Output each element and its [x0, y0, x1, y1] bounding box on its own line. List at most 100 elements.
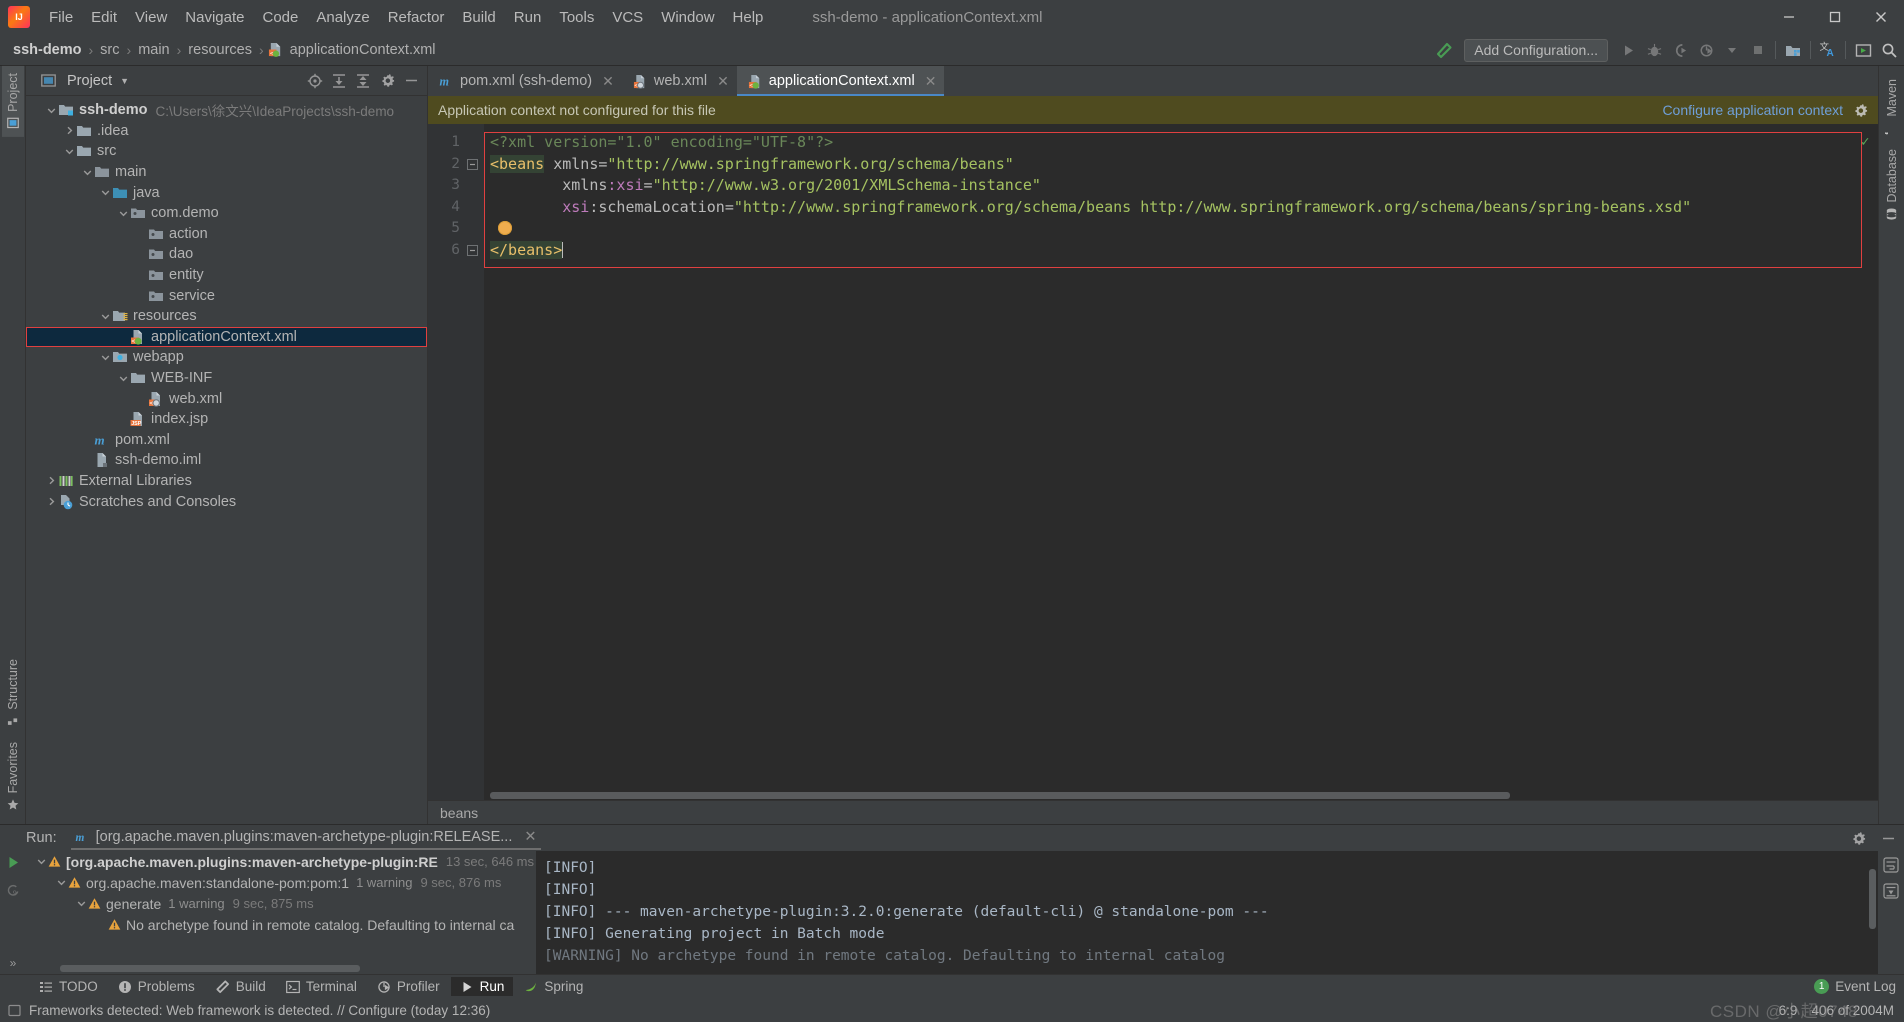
chevron-down-icon[interactable]: [80, 165, 94, 179]
code-editor[interactable]: <?xml version="1.0" encoding="UTF-8"?> <b…: [484, 124, 1878, 800]
more-actions-icon[interactable]: »: [10, 956, 17, 974]
chevron-down-icon[interactable]: [1719, 37, 1745, 63]
chevron-down-icon[interactable]: [116, 206, 130, 220]
bottom-tab-run[interactable]: Run: [450, 977, 514, 996]
run-build-tree[interactable]: [org.apache.maven.plugins:maven-archetyp…: [26, 851, 536, 974]
bottom-tab-profiler[interactable]: Profiler: [368, 977, 449, 996]
hide-panel-icon[interactable]: [399, 69, 423, 93]
caret-position[interactable]: 6:9: [1779, 1003, 1798, 1018]
menu-item-run[interactable]: Run: [505, 6, 551, 29]
menu-item-navigate[interactable]: Navigate: [176, 6, 253, 29]
search-icon[interactable]: [1876, 37, 1902, 63]
close-icon[interactable]: ✕: [524, 829, 536, 845]
editor-tab-applicationcontext-xml[interactable]: < applicationContext.xml ✕: [736, 66, 945, 96]
translate-icon[interactable]: 文A: [1815, 37, 1841, 63]
bottom-tab-todo[interactable]: TODO: [30, 977, 107, 996]
run-coverage-icon[interactable]: [1667, 37, 1693, 63]
tree-node-com-demo[interactable]: com.demo: [26, 203, 427, 224]
run-icon[interactable]: [1615, 37, 1641, 63]
sidebar-tab-favorites[interactable]: Favorites: [2, 735, 24, 818]
tree-node-service[interactable]: service: [26, 285, 427, 306]
run-tree-scrollbar[interactable]: [60, 965, 360, 972]
soft-wrap-icon[interactable]: [1883, 857, 1899, 873]
event-log-area[interactable]: 1 Event Log: [1814, 979, 1896, 994]
intention-bulb-icon[interactable]: [498, 221, 512, 235]
console-output[interactable]: [INFO] [INFO] [INFO] --- maven-archetype-p…: [536, 851, 1878, 974]
chevron-down-icon[interactable]: [98, 309, 112, 323]
configure-application-context-link[interactable]: Configure application context: [1662, 102, 1843, 118]
scrollbar-thumb[interactable]: [490, 792, 1510, 799]
bottom-tab-problems[interactable]: Problems: [109, 977, 204, 996]
tree-node-index-jsp[interactable]: JSP index.jsp: [26, 409, 427, 430]
tree-node-pom-xml[interactable]: m pom.xml: [26, 430, 427, 451]
run-tree-row[interactable]: org.apache.maven:standalone-pom:pom:1 1 w…: [26, 872, 536, 893]
scroll-to-end-icon[interactable]: [1883, 883, 1899, 899]
collapse-all-icon[interactable]: [351, 69, 375, 93]
editor-breadcrumb-beans[interactable]: beans: [440, 805, 478, 821]
tree-node-action[interactable]: action: [26, 224, 427, 245]
project-structure-icon[interactable]: [1780, 37, 1806, 63]
editor-tab-web-xml[interactable]: < web.xml ✕: [622, 66, 737, 96]
breadcrumb-item-main[interactable]: main: [135, 41, 172, 59]
chevron-down-icon[interactable]: [54, 876, 68, 890]
tree-node-src[interactable]: src: [26, 141, 427, 162]
menu-item-analyze[interactable]: Analyze: [307, 6, 378, 29]
console-scrollbar[interactable]: [1869, 869, 1876, 929]
run-tree-row[interactable]: No archetype found in remote catalog. De…: [26, 914, 536, 935]
chevron-down-icon[interactable]: [44, 103, 58, 117]
debug-icon[interactable]: [1641, 37, 1667, 63]
fold-region-end-icon[interactable]: [464, 240, 480, 262]
breadcrumb-item-file[interactable]: applicationContext.xml: [287, 41, 439, 59]
hide-panel-icon[interactable]: [1876, 826, 1900, 850]
editor-gutter[interactable]: 123456: [428, 124, 484, 800]
menu-item-refactor[interactable]: Refactor: [379, 6, 454, 29]
fold-region-start-icon[interactable]: [464, 154, 480, 176]
memory-indicator[interactable]: 406 of 2004M: [1811, 1003, 1894, 1018]
menu-item-view[interactable]: View: [126, 6, 176, 29]
menu-item-file[interactable]: File: [40, 6, 82, 29]
menu-item-vcs[interactable]: VCS: [603, 6, 652, 29]
menu-item-window[interactable]: Window: [652, 6, 723, 29]
tree-node-external-libraries[interactable]: External Libraries: [26, 471, 427, 492]
tree-node-scratches-and-consoles[interactable]: Scratches and Consoles: [26, 491, 427, 512]
tree-node-idea[interactable]: .idea: [26, 121, 427, 142]
close-button[interactable]: [1858, 0, 1904, 34]
menu-item-edit[interactable]: Edit: [82, 6, 126, 29]
chevron-right-icon[interactable]: [62, 124, 76, 138]
chevron-right-icon[interactable]: [44, 495, 58, 509]
menu-item-code[interactable]: Code: [253, 6, 307, 29]
bottom-tab-build[interactable]: Build: [206, 977, 275, 996]
chevron-down-icon[interactable]: ▼: [120, 76, 129, 86]
code-line[interactable]: <?xml version="1.0" encoding="UTF-8"?>: [484, 132, 1878, 154]
project-tree[interactable]: ssh-demo C:\Users\徐文兴\IdeaProjects\ssh-de…: [26, 96, 427, 824]
sidebar-tab-project[interactable]: Project: [1, 66, 24, 137]
minimize-button[interactable]: [1766, 0, 1812, 34]
chevron-down-icon[interactable]: [74, 897, 88, 911]
rerun-icon[interactable]: [6, 855, 21, 870]
stop-icon[interactable]: [1745, 37, 1771, 63]
code-line[interactable]: [484, 218, 1878, 240]
code-line[interactable]: </beans>: [484, 240, 1878, 262]
tree-node-web-xml[interactable]: < web.xml: [26, 388, 427, 409]
chevron-down-icon[interactable]: [34, 855, 48, 869]
close-icon[interactable]: ✕: [717, 73, 729, 90]
sidebar-tab-database[interactable]: Database: [1881, 142, 1903, 228]
tree-node-resources[interactable]: resources: [26, 306, 427, 327]
expand-all-icon[interactable]: [327, 69, 351, 93]
chevron-down-icon[interactable]: [116, 371, 130, 385]
add-configuration-button[interactable]: Add Configuration...: [1464, 38, 1608, 62]
menu-item-build[interactable]: Build: [453, 6, 504, 29]
tree-node-ssh-demo[interactable]: ssh-demo C:\Users\徐文兴\IdeaProjects\ssh-de…: [26, 100, 427, 121]
editor-horizontal-scrollbar[interactable]: [484, 791, 1878, 800]
code-line[interactable]: xmlns:xsi="http://www.w3.org/2001/XMLSch…: [484, 175, 1878, 197]
bottom-tab-terminal[interactable]: Terminal: [277, 977, 366, 996]
run-configuration-tab[interactable]: m [org.apache.maven.plugins:maven-archet…: [70, 827, 541, 850]
status-message[interactable]: Frameworks detected: Web framework is de…: [29, 1003, 490, 1018]
close-icon[interactable]: ✕: [925, 73, 937, 90]
gear-icon[interactable]: [1853, 103, 1868, 118]
chevron-right-icon[interactable]: [44, 474, 58, 488]
run-tree-row[interactable]: [org.apache.maven.plugins:maven-archetyp…: [26, 851, 536, 872]
chevron-down-icon[interactable]: [98, 186, 112, 200]
close-icon[interactable]: ✕: [602, 73, 614, 90]
tree-node-dao[interactable]: dao: [26, 244, 427, 265]
